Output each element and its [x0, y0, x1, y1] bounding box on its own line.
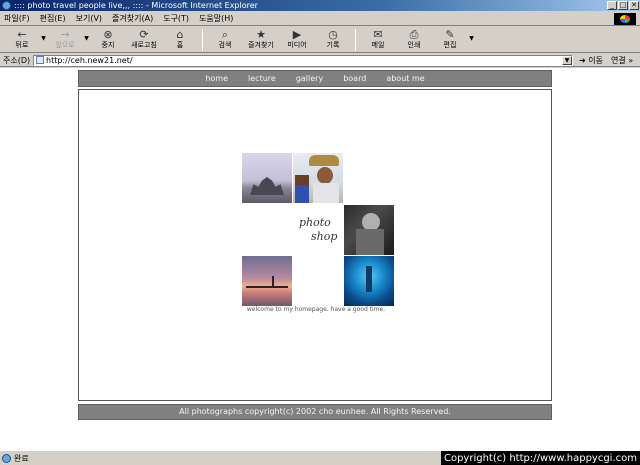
print-label: 인쇄 [407, 41, 421, 49]
toolbar-separator [202, 29, 203, 51]
print-icon: ⎙ [409, 28, 419, 41]
stop-label: 중지 [101, 41, 115, 49]
status-text: 완료 [14, 453, 29, 463]
browser-window: :::: photo travel people live,,, :::: - … [0, 0, 640, 465]
window-title: :::: photo travel people live,,, :::: - … [14, 1, 258, 10]
stop-icon: ⊗ [103, 28, 113, 41]
forward-arrow-icon: → [60, 28, 70, 41]
media-icon: ▶ [292, 28, 302, 41]
nav-lecture[interactable]: lecture [248, 74, 276, 83]
toolbar-separator [355, 29, 356, 51]
media-button[interactable]: ▶ 미디어 [279, 27, 315, 52]
nav-gallery[interactable]: gallery [296, 74, 323, 83]
mail-button[interactable]: ✉ 메일 [360, 27, 396, 52]
favorites-button[interactable]: ★ 즐겨찾기 [243, 27, 279, 52]
photo-children[interactable] [293, 153, 343, 203]
site-nav: home lecture gallery board about me [78, 70, 552, 87]
menu-favorites[interactable]: 즐겨찾기(A) [112, 13, 153, 24]
forward-button[interactable]: → 앞으로 [47, 27, 83, 52]
copyright-footer: All photographs copyright(c) 2002 cho eu… [78, 404, 552, 420]
mail-icon: ✉ [373, 28, 383, 41]
logo-line-photo: photo [299, 216, 331, 229]
menu-file[interactable]: 파일(F) [4, 13, 30, 24]
status-bar: 완료 Copyright(c) http://www.happycgi.com [0, 450, 640, 465]
search-label: 검색 [218, 41, 232, 49]
page-icon [36, 56, 44, 64]
minimize-button[interactable]: _ [607, 1, 617, 10]
refresh-label: 새로고침 [131, 41, 157, 49]
history-icon: ◷ [328, 28, 338, 41]
photo-sunset-pier[interactable] [242, 256, 292, 306]
nav-board[interactable]: board [343, 74, 366, 83]
refresh-icon: ⟳ [139, 28, 149, 41]
menu-bar: 파일(F) 편집(E) 보기(V) 즐겨찾기(A) 도구(T) 도움말(H) [0, 12, 640, 26]
forward-dropdown-icon[interactable]: ▼ [83, 27, 90, 42]
menu-tools[interactable]: 도구(T) [163, 13, 189, 24]
go-label: 이동 [588, 55, 603, 65]
edit-button[interactable]: ✎ 편집 [432, 27, 468, 52]
edit-label: 편집 [443, 41, 457, 49]
home-button[interactable]: ⌂ 홈 [162, 27, 198, 52]
forward-label: 앞으로 [55, 41, 75, 49]
menu-help[interactable]: 도움말(H) [199, 13, 233, 24]
back-dropdown-icon[interactable]: ▼ [40, 27, 47, 42]
back-button[interactable]: ← 뒤로 [4, 27, 40, 52]
address-input[interactable]: http://ceh.new21.net/ ▼ [33, 54, 573, 66]
ie-icon [2, 1, 11, 10]
mail-label: 메일 [371, 41, 385, 49]
edit-icon: ✎ [445, 28, 455, 41]
favorites-icon: ★ [256, 28, 266, 41]
home-label: 홈 [176, 41, 184, 49]
history-label: 기록 [326, 41, 340, 49]
nav-about-me[interactable]: about me [386, 74, 424, 83]
stop-button[interactable]: ⊗ 중지 [90, 27, 126, 52]
favorites-label: 즐겨찾기 [248, 41, 274, 49]
menu-view[interactable]: 보기(V) [76, 13, 102, 24]
address-dropdown-icon[interactable]: ▼ [562, 55, 572, 65]
back-arrow-icon: ← [17, 28, 27, 41]
content-frame: photo shop welcome to my homepage. have … [78, 89, 552, 401]
edit-dropdown-icon[interactable]: ▼ [468, 27, 475, 42]
address-label: 주소(D) [3, 55, 31, 65]
go-button[interactable]: ➜ 이동 [579, 55, 603, 66]
history-button[interactable]: ◷ 기록 [315, 27, 351, 52]
welcome-text: welcome to my homepage. have a good time… [246, 306, 386, 313]
photo-shop-logo: photo shop [299, 216, 337, 244]
home-icon: ⌂ [176, 28, 184, 41]
page-viewport: home lecture gallery board about me phot… [0, 68, 640, 450]
photo-underwater[interactable] [344, 256, 394, 306]
media-label: 미디어 [287, 41, 307, 49]
done-icon [2, 453, 11, 463]
search-icon: ⌕ [221, 28, 229, 41]
close-button[interactable]: ✕ [629, 1, 639, 10]
back-label: 뒤로 [15, 41, 29, 49]
windows-logo-icon [614, 13, 636, 25]
logo-line-shop: shop [311, 230, 338, 243]
title-bar: :::: photo travel people live,,, :::: - … [0, 0, 640, 11]
nav-home[interactable]: home [205, 74, 228, 83]
photo-temple[interactable] [242, 153, 292, 203]
toolbar: ← 뒤로 ▼ → 앞으로 ▼ ⊗ 중지 ⟳ 새로고침 ⌂ 홈 ⌕ 검색 ★ 즐겨… [0, 27, 640, 53]
photo-musician[interactable] [344, 205, 394, 255]
address-bar: 주소(D) http://ceh.new21.net/ ▼ ➜ 이동 연결 » [0, 54, 640, 67]
links-button[interactable]: 연결 » [611, 55, 633, 66]
print-button[interactable]: ⎙ 인쇄 [396, 27, 432, 52]
maximize-button[interactable]: □ [618, 1, 628, 10]
copyright-watermark: Copyright(c) http://www.happycgi.com [440, 451, 640, 465]
search-button[interactable]: ⌕ 검색 [207, 27, 243, 52]
refresh-button[interactable]: ⟳ 새로고침 [126, 27, 162, 52]
window-controls: _ □ ✕ [607, 1, 639, 10]
address-url[interactable]: http://ceh.new21.net/ [46, 56, 133, 65]
menu-edit[interactable]: 편집(E) [40, 13, 66, 24]
